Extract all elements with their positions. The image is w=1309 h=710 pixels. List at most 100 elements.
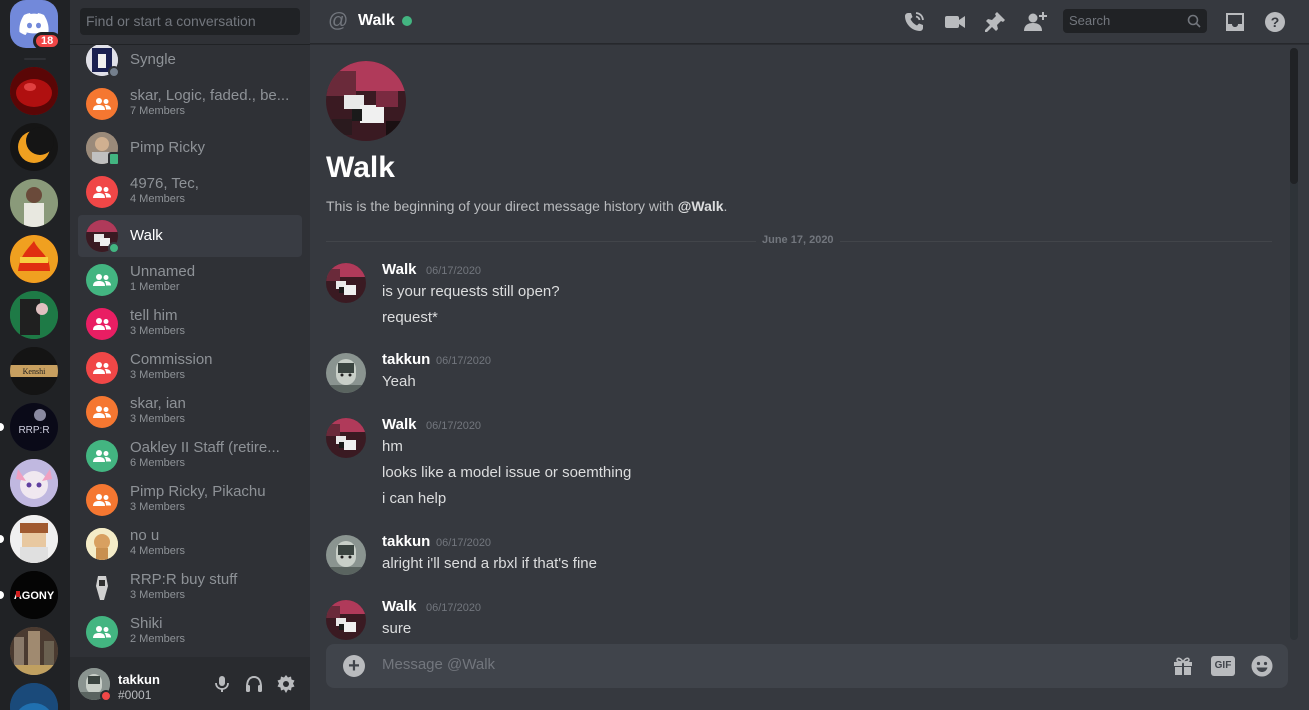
message-list[interactable]: Walk This is the beginning of your direc… <box>310 45 1309 641</box>
chat-header: @ Walk Search ? <box>310 0 1309 44</box>
dm-name: Pimp Ricky, Pikachu <box>130 483 266 500</box>
user-panel: takkun #0001 <box>70 657 310 710</box>
server-agony-icon[interactable]: AGONY <box>10 571 58 619</box>
user-tag: #0001 <box>118 688 152 702</box>
dm-name: skar, Logic, faded., be... <box>130 87 290 104</box>
server-rrpr-icon[interactable]: RRP:R <box>10 403 58 451</box>
inbox-icon[interactable] <box>1223 10 1247 34</box>
server-gta-icon[interactable] <box>10 179 58 227</box>
message-avatar[interactable] <box>326 418 366 458</box>
dm-item[interactable]: Walk <box>78 215 302 257</box>
server-blue-icon[interactable] <box>10 683 58 710</box>
online-status-icon <box>108 242 120 254</box>
find-conversation-input[interactable]: Find or start a conversation <box>80 8 300 35</box>
dm-item[interactable]: 4976, Tec, 4 Members <box>78 171 302 213</box>
unread-indicator <box>0 535 4 543</box>
message-composer: + Message @Walk GIF <box>326 644 1288 688</box>
dm-name: Syngle <box>130 51 176 68</box>
server-green-icon[interactable] <box>10 291 58 339</box>
add-friend-icon[interactable] <box>1023 10 1047 34</box>
message-author[interactable]: Walk <box>382 261 416 278</box>
message-avatar[interactable] <box>326 600 366 640</box>
dm-name: Oakley II Staff (retire... <box>130 439 280 456</box>
svg-text:Kenshi: Kenshi <box>23 367 46 376</box>
message-avatar[interactable] <box>326 353 366 393</box>
dm-name: Shiki <box>130 615 163 632</box>
server-moon-icon[interactable] <box>10 123 58 171</box>
unread-indicator <box>0 591 4 599</box>
microphone-icon[interactable] <box>212 674 232 694</box>
dm-member-count: 6 Members <box>130 457 186 469</box>
upload-plus-button[interactable]: + <box>343 655 365 677</box>
search-input[interactable]: Search <box>1063 9 1207 33</box>
server-fire-icon[interactable] <box>10 235 58 283</box>
dm-item[interactable]: Shiki 2 Members <box>78 611 302 653</box>
group-dm-icon <box>86 440 118 472</box>
headphones-icon[interactable] <box>244 674 264 694</box>
dm-item[interactable]: Unnamed 1 Member <box>78 259 302 301</box>
group-dm-icon <box>86 396 118 428</box>
message-avatar[interactable] <box>326 535 366 575</box>
intro-avatar <box>326 61 406 141</box>
svg-text:RRP:R: RRP:R <box>18 425 49 436</box>
date-divider-label: June 17, 2020 <box>756 234 840 246</box>
settings-gear-icon[interactable] <box>276 674 296 694</box>
dm-member-count: 2 Members <box>130 633 186 645</box>
discord-app: 18 Kenshi RRP:R AGONY Find or start a conv… <box>0 0 1309 710</box>
dm-item[interactable]: tell him 3 Members <box>78 303 302 345</box>
dm-item[interactable]: no u4 Members <box>78 523 302 565</box>
group-dm-icon <box>86 352 118 384</box>
video-call-icon[interactable] <box>943 10 967 34</box>
pinned-messages-icon[interactable] <box>983 10 1007 34</box>
dm-item[interactable]: Pimp Ricky <box>78 127 302 169</box>
group-dm-icon <box>86 616 118 648</box>
server-red-icon[interactable] <box>10 67 58 115</box>
message-input[interactable]: Message @Walk <box>382 656 495 673</box>
channel-title: Walk <box>358 12 395 29</box>
scrollbar-thumb[interactable] <box>1290 48 1298 184</box>
user-avatar[interactable] <box>78 668 112 702</box>
gif-button[interactable]: GIF <box>1211 656 1235 676</box>
server-roblox-icon[interactable] <box>10 515 58 563</box>
dm-name: Walk <box>130 227 163 244</box>
dm-name: no u <box>130 527 160 544</box>
message-timestamp: 06/17/2020 <box>426 602 482 614</box>
user-avatar <box>86 220 120 254</box>
voice-call-icon[interactable] <box>902 10 926 34</box>
server-city-icon[interactable] <box>10 627 58 675</box>
message-author[interactable]: Walk <box>382 416 416 433</box>
dm-item[interactable]: skar, ian 3 Members <box>78 391 302 433</box>
dm-item[interactable]: Commission 3 Members <box>78 347 302 389</box>
dm-item[interactable]: Oakley II Staff (retire... 6 Members <box>78 435 302 477</box>
server-anime-icon[interactable] <box>10 459 58 507</box>
intro-text-suffix: . <box>723 198 728 214</box>
message-text: i can help <box>382 490 447 507</box>
message-text: request* <box>382 309 438 326</box>
dm-name: Pimp Ricky <box>130 139 206 156</box>
message-text: looks like a model issue or soemthing <box>382 464 632 481</box>
dm-item[interactable]: Pimp Ricky, Pikachu 3 Members <box>78 479 302 521</box>
help-icon[interactable]: ? <box>1263 10 1287 34</box>
gift-icon[interactable] <box>1171 654 1195 678</box>
group-dm-icon <box>86 176 118 208</box>
dm-list: Syngle skar, Logic, faded., be... 7 Member… <box>78 45 302 657</box>
dm-item[interactable]: RRP:R buy stuff 3 Members <box>78 567 302 609</box>
message-text: sure <box>382 620 412 637</box>
message-author[interactable]: Walk <box>382 598 416 615</box>
message-avatar[interactable] <box>326 263 366 303</box>
dm-name: Unnamed <box>130 263 196 280</box>
server-kenshi-icon[interactable]: Kenshi <box>10 347 58 395</box>
dm-name: skar, ian <box>130 395 186 412</box>
message-author[interactable]: takkun <box>382 533 430 550</box>
intro-mention[interactable]: @Walk <box>678 198 724 214</box>
message-author[interactable]: takkun <box>382 351 430 368</box>
dm-member-count: 3 Members <box>130 325 186 337</box>
group-dm-icon <box>86 88 118 120</box>
svg-text:?: ? <box>1271 14 1280 30</box>
emoji-icon[interactable] <box>1250 654 1274 678</box>
dm-name: tell him <box>130 307 178 324</box>
dm-item[interactable]: skar, Logic, faded., be... 7 Members <box>78 83 302 125</box>
offline-status-icon <box>108 66 120 78</box>
dm-sidebar: Find or start a conversation Syngle skar,… <box>70 0 310 710</box>
dm-item[interactable]: Syngle <box>78 45 302 81</box>
